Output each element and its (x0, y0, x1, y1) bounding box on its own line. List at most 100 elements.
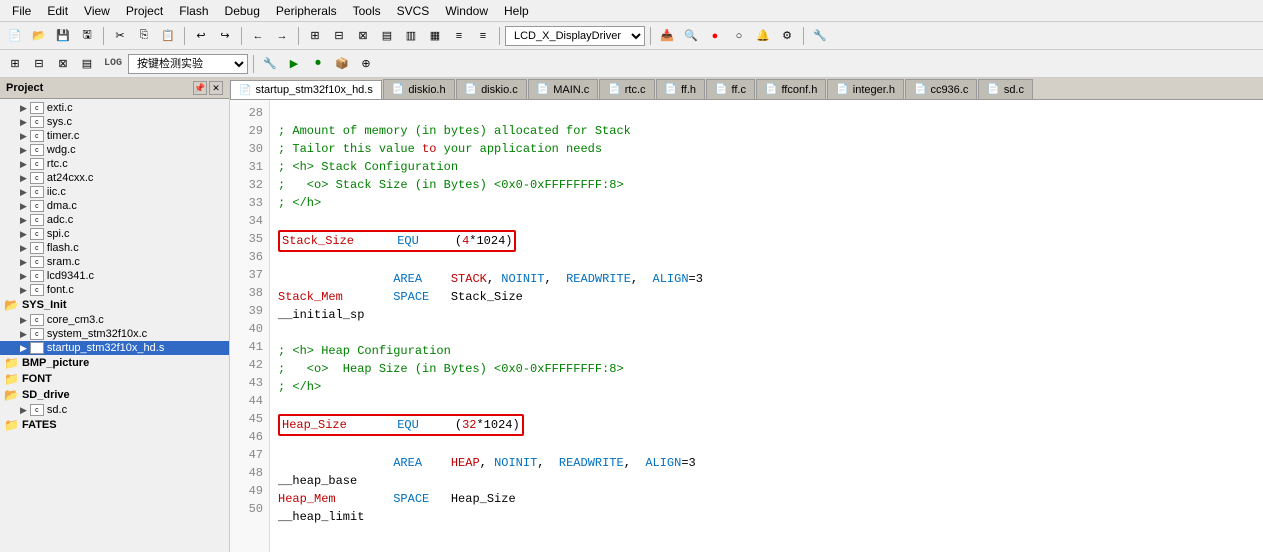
sidebar-close-btn[interactable]: ✕ (209, 81, 223, 95)
stop-btn[interactable]: ● (704, 25, 726, 47)
tb2-btn6[interactable]: 📦 (331, 53, 353, 75)
code-line-35: Stack_Size EQU (4*1024) (278, 230, 1255, 252)
tree-item-timer[interactable]: ▶ c timer.c (0, 129, 229, 143)
nav-fwd-btn[interactable]: → (271, 25, 293, 47)
code-line-33: ; </h> (278, 194, 1255, 212)
debug-btn[interactable]: 🔍 (680, 25, 702, 47)
tree-item-dma[interactable]: ▶ c dma.c (0, 199, 229, 213)
menu-file[interactable]: File (4, 2, 39, 20)
tab-cc936[interactable]: 📄 cc936.c (905, 79, 977, 99)
btn1[interactable]: ⊞ (304, 25, 326, 47)
tb2-btn5[interactable]: 🔧 (259, 53, 281, 75)
rebuild-btn[interactable]: ⏺ (307, 53, 329, 75)
tb2-btn2[interactable]: ⊟ (28, 53, 50, 75)
copy-btn[interactable]: ⎘ (133, 25, 155, 47)
tree-item-adc[interactable]: ▶ c adc.c (0, 213, 229, 227)
tree-item-at24cxx[interactable]: ▶ c at24cxx.c (0, 171, 229, 185)
folder-closed-icon: 📁 (4, 356, 19, 370)
step-btn[interactable]: 🔔 (752, 25, 774, 47)
paste-btn[interactable]: 📋 (157, 25, 179, 47)
menu-debug[interactable]: Debug (217, 2, 268, 20)
tb2-btn1[interactable]: ⊞ (4, 53, 26, 75)
sidebar-pin-btn[interactable]: 📌 (193, 81, 207, 95)
secondary-toolbar: ⊞ ⊟ ⊠ ▤ LOG 按键检测实验 🔧 ▶ ⏺ 📦 ⊕ (0, 50, 1263, 78)
menu-window[interactable]: Window (437, 2, 496, 20)
tree-label: SYS_Init (22, 299, 67, 311)
tree-folder-sysinit[interactable]: 📂 SYS_Init (0, 297, 229, 313)
tab-diskio-h[interactable]: 📄 diskio.h (383, 79, 455, 99)
extra-btn[interactable]: 🔧 (809, 25, 831, 47)
btn5[interactable]: ▥ (400, 25, 422, 47)
tab-integer[interactable]: 📄 integer.h (827, 79, 904, 99)
tree-label: BMP_picture (22, 357, 89, 369)
btn7[interactable]: ≡ (448, 25, 470, 47)
run-btn[interactable]: ○ (728, 25, 750, 47)
expand-icon: ▶ (20, 103, 27, 114)
tb2-btn7[interactable]: ⊕ (355, 53, 377, 75)
menu-flash[interactable]: Flash (171, 2, 216, 20)
btn4[interactable]: ▤ (376, 25, 398, 47)
tree-folder-fates[interactable]: 📁 FATES (0, 417, 229, 433)
project-dropdown[interactable]: 按键检测实验 (128, 54, 248, 74)
tree-item-exti[interactable]: ▶ c exti.c (0, 101, 229, 115)
tab-diskio-c[interactable]: 📄 diskio.c (456, 79, 527, 99)
tb2-btn3[interactable]: ⊠ (52, 53, 74, 75)
menu-project[interactable]: Project (118, 2, 171, 20)
tree-folder-sddrive[interactable]: 📂 SD_drive (0, 387, 229, 403)
cut-btn[interactable]: ✂ (109, 25, 131, 47)
redo-btn[interactable]: ↪ (214, 25, 236, 47)
tree-folder-bmp[interactable]: 📁 BMP_picture (0, 355, 229, 371)
menu-help[interactable]: Help (496, 2, 537, 20)
tab-rtc[interactable]: 📄 rtc.c (599, 79, 654, 99)
tab-sd[interactable]: 📄 sd.c (978, 79, 1033, 99)
tree-item-iic[interactable]: ▶ c iic.c (0, 185, 229, 199)
new-file-btn[interactable]: 📄 (4, 25, 26, 47)
tree-item-sys[interactable]: ▶ c sys.c (0, 115, 229, 129)
tree-folder-font[interactable]: 📁 FONT (0, 371, 229, 387)
tree-item-core[interactable]: ▶ c core_cm3.c (0, 313, 229, 327)
menu-svcs[interactable]: SVCS (389, 2, 438, 20)
tab-main[interactable]: 📄 MAIN.c (528, 79, 599, 99)
tab-icon: 📄 (537, 84, 549, 95)
tab-label: diskio.h (408, 84, 445, 96)
open-btn[interactable]: 📂 (28, 25, 50, 47)
save-btn[interactable]: 💾 (52, 25, 74, 47)
menu-tools[interactable]: Tools (345, 2, 389, 20)
tab-ffc[interactable]: 📄 ff.c (706, 79, 755, 99)
tree-item-lcd9341[interactable]: ▶ c lcd9341.c (0, 269, 229, 283)
code-content[interactable]: ; Amount of memory (in bytes) allocated … (270, 100, 1263, 552)
build-btn[interactable]: ▶ (283, 53, 305, 75)
tree-item-font[interactable]: ▶ c font.c (0, 283, 229, 297)
target-dropdown[interactable]: LCD_X_DisplayDriver (505, 26, 645, 46)
menu-peripherals[interactable]: Peripherals (268, 2, 345, 20)
btn6[interactable]: ▦ (424, 25, 446, 47)
expand-icon: ▶ (20, 187, 27, 198)
undo-btn[interactable]: ↩ (190, 25, 212, 47)
tree-item-system[interactable]: ▶ c system_stm32f10x.c (0, 327, 229, 341)
tree-item-flash[interactable]: ▶ c flash.c (0, 241, 229, 255)
load-btn[interactable]: 📥 (656, 25, 678, 47)
heap-size-highlight: Heap_Size EQU (32*1024) (278, 414, 524, 436)
save-all-btn[interactable]: 🖫 (76, 25, 98, 47)
tree-item-rtc[interactable]: ▶ c rtc.c (0, 157, 229, 171)
tb2-btn4[interactable]: ▤ (76, 53, 98, 75)
tab-ffconf[interactable]: 📄 ffconf.h (756, 79, 826, 99)
menu-edit[interactable]: Edit (39, 2, 76, 20)
tree-item-sram[interactable]: ▶ c sram.c (0, 255, 229, 269)
file-icon: c (30, 130, 44, 142)
tab-startup[interactable]: 📄 startup_stm32f10x_hd.s (230, 80, 382, 100)
btn8[interactable]: ≡ (472, 25, 494, 47)
expand-icon: ▶ (20, 329, 27, 340)
tree-item-startup[interactable]: ▶ s startup_stm32f10x_hd.s (0, 341, 229, 355)
btn2[interactable]: ⊟ (328, 25, 350, 47)
code-line-36 (278, 252, 1255, 270)
gear-btn[interactable]: ⚙ (776, 25, 798, 47)
tree-item-sd[interactable]: ▶ c sd.c (0, 403, 229, 417)
menu-view[interactable]: View (76, 2, 118, 20)
nav-back-btn[interactable]: ← (247, 25, 269, 47)
tree-item-wdg[interactable]: ▶ c wdg.c (0, 143, 229, 157)
btn3[interactable]: ⊠ (352, 25, 374, 47)
tree-item-spi[interactable]: ▶ c spi.c (0, 227, 229, 241)
tree-label: FONT (22, 373, 52, 385)
tab-ffh[interactable]: 📄 ff.h (656, 79, 706, 99)
